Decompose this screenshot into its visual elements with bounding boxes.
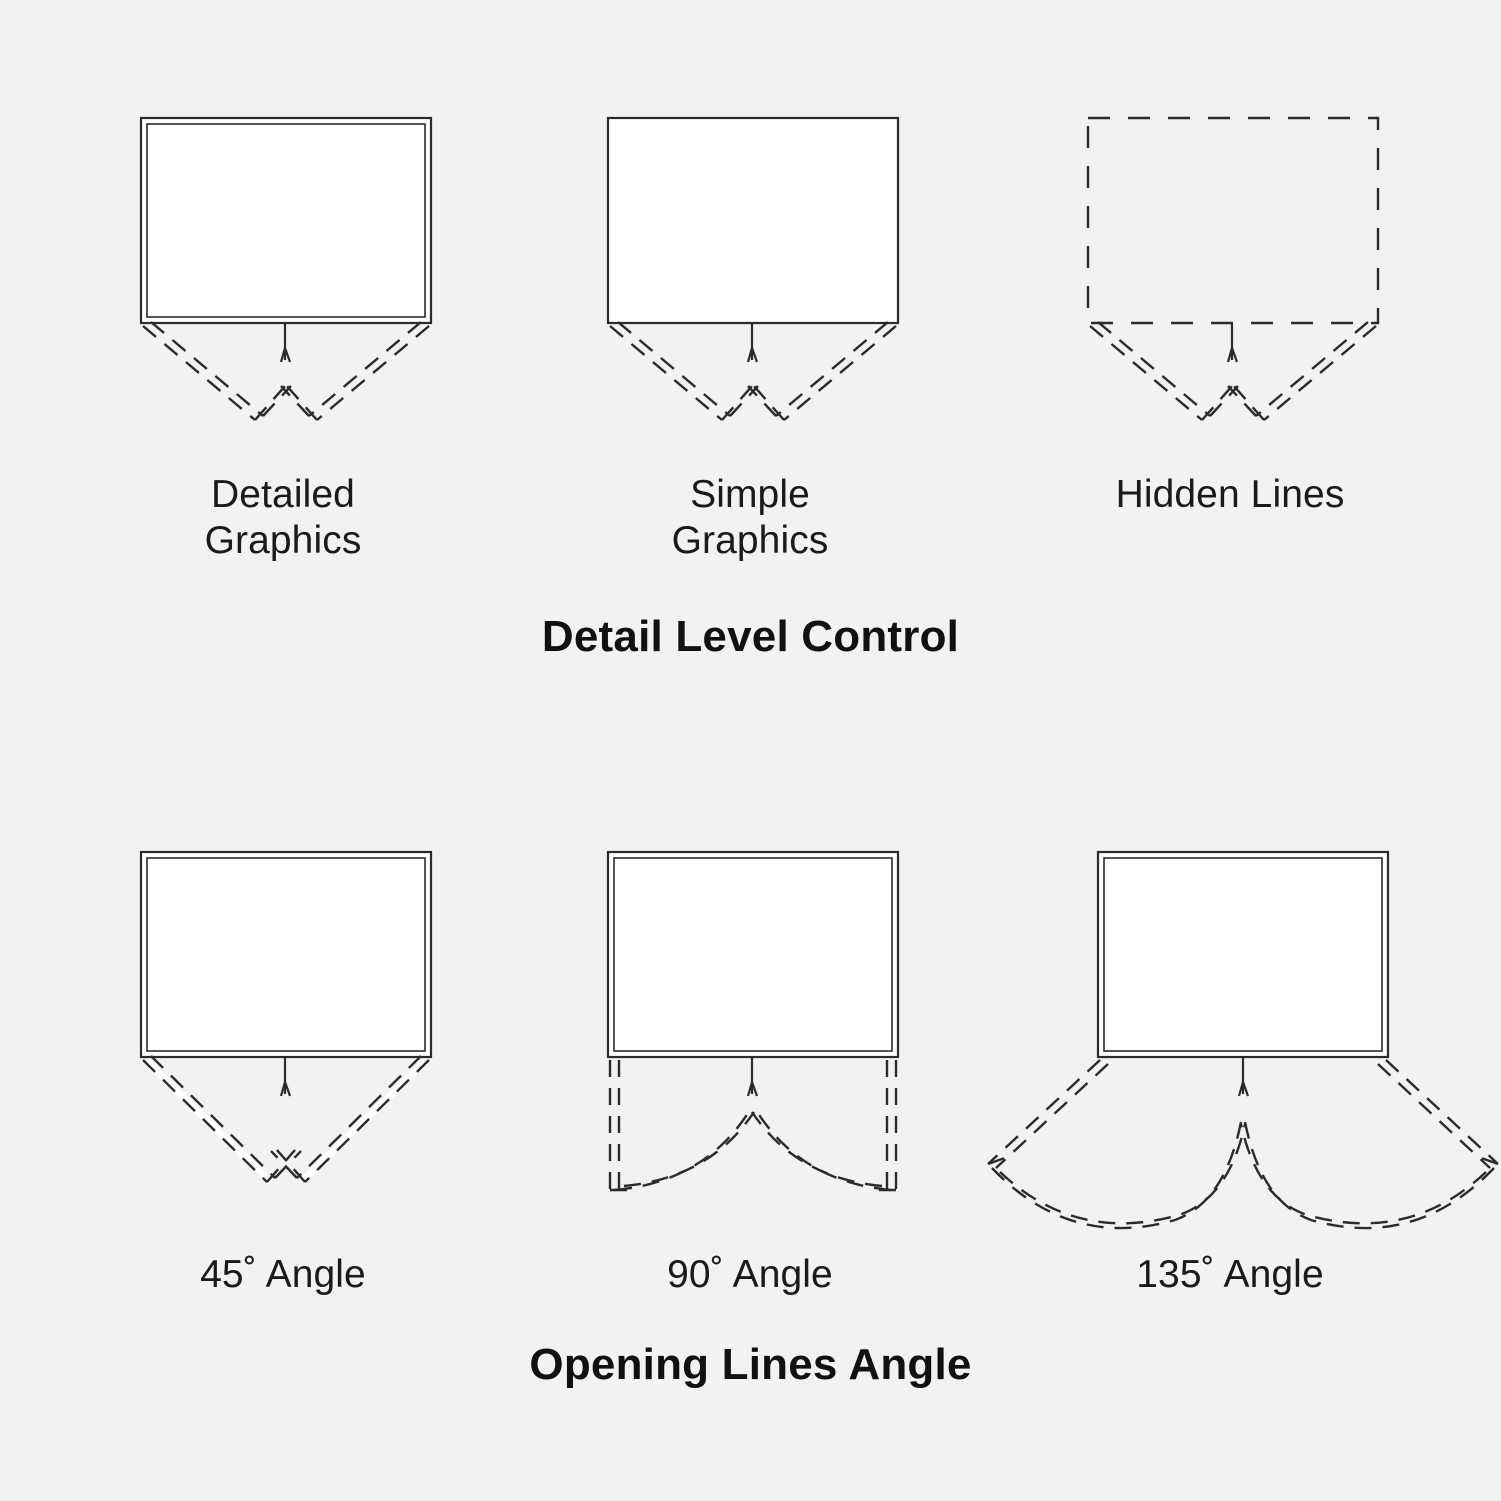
caption-hidden-lines: Hidden Lines [980,472,1480,518]
section-opening-lines-angle: 45˚ Angle 90˚ Angle 135˚ Angle Opening L… [0,830,1501,1390]
caption-line-1: Detailed [211,473,355,516]
panel-hidden-lines[interactable] [980,60,1480,460]
detail-panel-row [0,60,1501,460]
caption-angle-45: 45˚ Angle [200,1253,366,1296]
caption-line-2: Graphics [204,518,362,562]
caption-line-1: Hidden Lines [1115,473,1345,516]
panel-angle-135[interactable] [980,830,1499,1230]
panel-detailed-graphics[interactable] [33,60,533,460]
frame-single-line [606,116,900,325]
center-tick [1237,1058,1250,1097]
center-tick [1226,324,1239,363]
detail-captions: Detailed Graphics Simple Graphics Hidden… [0,472,1501,602]
center-tick [279,1058,292,1097]
center-tick [746,1058,759,1097]
caption-line-1: Simple [690,473,810,516]
frame-dashed [1086,116,1380,325]
caption-angle-90: 90˚ Angle [667,1253,833,1296]
caption-line-2: Graphics [671,518,829,562]
section-detail-level-control: Detailed Graphics Simple Graphics Hidden… [0,60,1501,662]
caption-simple-graphics: Simple Graphics [500,472,1000,563]
frame-double-line [139,116,433,325]
frame-double-line [139,850,433,1059]
angle-captions: 45˚ Angle 90˚ Angle 135˚ Angle [0,1252,1501,1322]
panel-angle-90[interactable] [500,830,1000,1230]
center-tick [279,324,292,363]
diagram-page: Detailed Graphics Simple Graphics Hidden… [0,0,1501,1501]
frame-double-line [606,850,900,1059]
frame-double-line [1096,850,1390,1059]
caption-angle-135: 135˚ Angle [1136,1253,1324,1296]
section-title-opening-lines-angle: Opening Lines Angle [529,1340,972,1389]
panel-simple-graphics[interactable] [500,60,1000,460]
panel-angle-45[interactable] [33,830,533,1230]
angle-panel-row [0,830,1501,1230]
section-title-detail-level-control: Detail Level Control [541,612,960,661]
caption-detailed-graphics: Detailed Graphics [33,472,533,563]
center-tick [746,324,759,363]
